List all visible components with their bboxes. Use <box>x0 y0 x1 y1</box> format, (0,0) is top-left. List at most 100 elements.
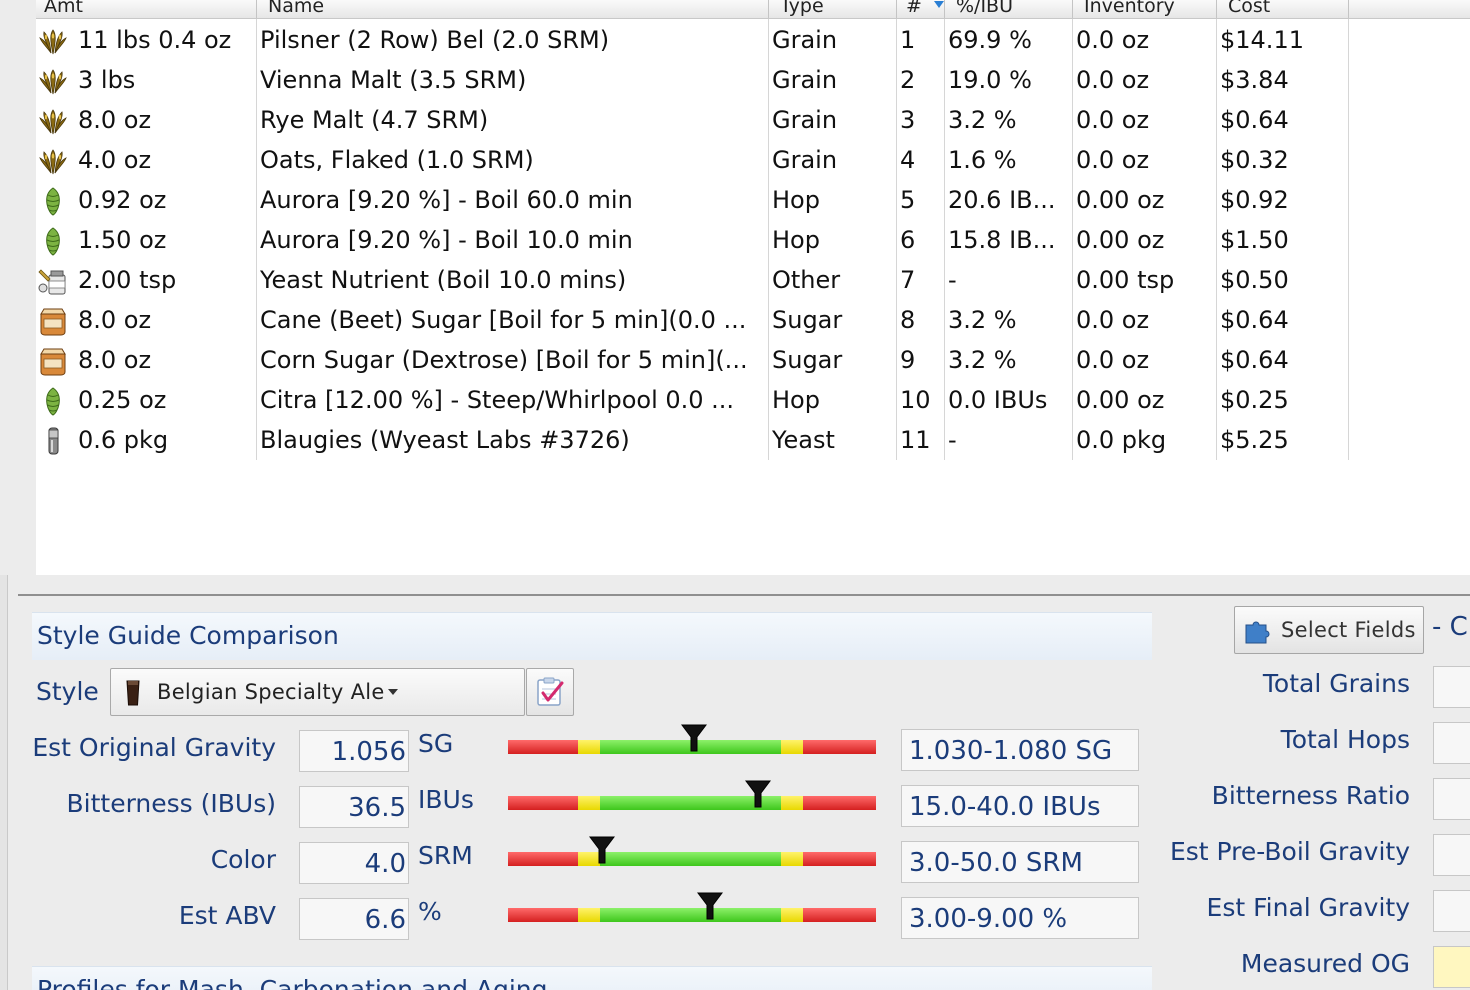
gauge-segment <box>578 740 600 754</box>
col-header-amt[interactable]: Amt <box>44 0 83 17</box>
style-param-value: 36.5 <box>348 793 406 823</box>
gauge-segment <box>803 740 876 754</box>
table-row[interactable]: 8.0 oz Rye Malt (4.7 SRM) Grain 3 3.2 % 0.0 o… <box>36 100 1470 140</box>
style-param-value-field: 4.0 <box>299 842 409 884</box>
ingredient-name-cell: Vienna Malt (3.5 SRM) <box>260 66 527 94</box>
table-row[interactable]: 0.6 pkg Blaugies (Wyeast Labs #3726) Yeast… <box>36 420 1470 460</box>
inventory-cell: 0.00 tsp <box>1076 266 1175 294</box>
col-separator[interactable] <box>944 0 945 18</box>
summary-value-field <box>1433 834 1470 876</box>
select-fields-button[interactable]: Select Fields <box>1234 606 1424 654</box>
chevron-down-icon <box>388 689 398 695</box>
col-header-type[interactable]: Type <box>780 0 824 17</box>
gauge-segment <box>508 740 578 754</box>
ingredient-name-cell: Aurora [9.20 %] - Boil 10.0 min <box>260 226 633 254</box>
table-row[interactable]: 11 lbs 0.4 oz Pilsner (2 Row) Bel (2.0 SR… <box>36 20 1470 60</box>
inventory-cell: 0.0 oz <box>1076 26 1150 54</box>
yeast-icon <box>38 426 68 456</box>
number-cell: 8 <box>900 306 916 334</box>
col-header-cost[interactable]: Cost <box>1228 0 1270 17</box>
number-cell: 1 <box>900 26 916 54</box>
gauge-segment <box>781 908 803 922</box>
cost-cell: $0.25 <box>1220 386 1289 414</box>
cost-cell: $0.64 <box>1220 306 1289 334</box>
col-header-inventory[interactable]: Inventory <box>1084 0 1175 17</box>
hop-icon <box>38 386 68 416</box>
ingredient-name-cell: Citra [12.00 %] - Steep/Whirlpool 0.0 ..… <box>260 386 735 414</box>
style-param-unit: % <box>418 897 442 926</box>
style-param-label: Est Original Gravity <box>32 733 276 762</box>
style-param-label: Est ABV <box>178 901 276 930</box>
table-row[interactable]: 0.25 oz Citra [12.00 %] - Steep/Whirlpool… <box>36 380 1470 420</box>
profiles-header: Profiles for Mash, Carbonation and Aging <box>32 966 1152 990</box>
gauge-segment <box>781 852 803 866</box>
style-param-unit: SRM <box>418 841 473 870</box>
col-separator[interactable] <box>256 0 257 18</box>
number-cell: 7 <box>900 266 916 294</box>
style-range-field: 1.030-1.080 SG <box>901 729 1139 771</box>
amount-cell: 8.0 oz <box>78 106 152 134</box>
number-cell: 4 <box>900 146 916 174</box>
col-separator[interactable] <box>768 0 769 18</box>
percent-ibu-cell: 15.8 IB... <box>948 226 1056 254</box>
ingredient-name-cell: Corn Sugar (Dextrose) [Boil for 5 min](.… <box>260 346 748 374</box>
amount-cell: 3 lbs <box>78 66 136 94</box>
summary-label: Measured OG <box>1240 949 1410 978</box>
gauge-segment <box>600 908 781 922</box>
profiles-title: Profiles for Mash, Carbonation and Aging <box>37 975 548 990</box>
ingredient-name-cell: Pilsner (2 Row) Bel (2.0 SRM) <box>260 26 610 54</box>
col-header-pct-ibu[interactable]: %/IBU <box>956 0 1013 17</box>
table-row[interactable]: 3 lbs Vienna Malt (3.5 SRM) Grain 2 19.0 % 0.… <box>36 60 1470 100</box>
amount-cell: 8.0 oz <box>78 346 152 374</box>
inventory-cell: 0.00 oz <box>1076 386 1165 414</box>
col-separator[interactable] <box>1216 0 1217 18</box>
grain-icon <box>38 66 68 96</box>
ingredient-table-panel: Amt Name Type # %/IBU Inventory Cost 11 … <box>0 0 1470 575</box>
clipboard-check-icon <box>537 677 564 706</box>
cost-section-label: - C <box>1432 612 1468 642</box>
table-row[interactable]: 8.0 oz Cane (Beet) Sugar [Boil for 5 min]… <box>36 300 1470 340</box>
amount-cell: 1.50 oz <box>78 226 167 254</box>
grain-icon <box>38 106 68 136</box>
style-range-value: 3.00-9.00 % <box>909 904 1068 934</box>
other-icon <box>38 266 68 296</box>
table-row[interactable]: 4.0 oz Oats, Flaked (1.0 SRM) Grain 4 1.6 % 0… <box>36 140 1470 180</box>
table-row[interactable]: 1.50 oz Aurora [9.20 %] - Boil 10.0 min Ho… <box>36 220 1470 260</box>
amount-cell: 8.0 oz <box>78 306 152 334</box>
cost-cell: $14.11 <box>1220 26 1304 54</box>
summary-value-field <box>1433 666 1470 708</box>
style-label: Style <box>36 677 99 706</box>
cost-cell: $0.50 <box>1220 266 1289 294</box>
col-header-name[interactable]: Name <box>268 0 324 17</box>
hop-icon <box>38 186 68 216</box>
ingredient-name-cell: Oats, Flaked (1.0 SRM) <box>260 146 534 174</box>
style-dropdown[interactable]: Belgian Specialty Ale <box>110 668 525 716</box>
style-check-button[interactable] <box>526 668 574 716</box>
inventory-cell: 0.0 oz <box>1076 106 1150 134</box>
style-range-gauge <box>508 780 876 810</box>
hop-icon <box>38 226 68 256</box>
table-row[interactable]: 2.00 tsp Yeast Nutrient (Boil 10.0 mins) O… <box>36 260 1470 300</box>
gauge-marker-icon <box>588 835 615 865</box>
inventory-cell: 0.00 oz <box>1076 226 1165 254</box>
gauge-segment <box>578 908 600 922</box>
inventory-cell: 0.0 oz <box>1076 306 1150 334</box>
type-cell: Grain <box>772 106 838 134</box>
gauge-segment <box>803 796 876 810</box>
percent-ibu-cell: 3.2 % <box>948 106 1017 134</box>
col-separator[interactable] <box>1348 0 1349 18</box>
style-param-label: Bitterness (IBUs) <box>66 789 277 818</box>
measured-og-input[interactable] <box>1433 946 1470 988</box>
table-row[interactable]: 0.92 oz Aurora [9.20 %] - Boil 60.0 min Ho… <box>36 180 1470 220</box>
col-separator[interactable] <box>896 0 897 18</box>
percent-ibu-cell: 3.2 % <box>948 346 1017 374</box>
col-header-num[interactable]: # <box>906 0 922 17</box>
cost-cell: $0.64 <box>1220 106 1289 134</box>
col-separator[interactable] <box>1072 0 1073 18</box>
table-row[interactable]: 8.0 oz Corn Sugar (Dextrose) [Boil for 5 … <box>36 340 1470 380</box>
inventory-cell: 0.00 oz <box>1076 186 1165 214</box>
style-param-value: 6.6 <box>364 905 406 935</box>
style-guide-header: Style Guide Comparison <box>32 612 1152 660</box>
cost-cell: $3.84 <box>1220 66 1289 94</box>
split-pane-divider[interactable] <box>18 594 1470 596</box>
